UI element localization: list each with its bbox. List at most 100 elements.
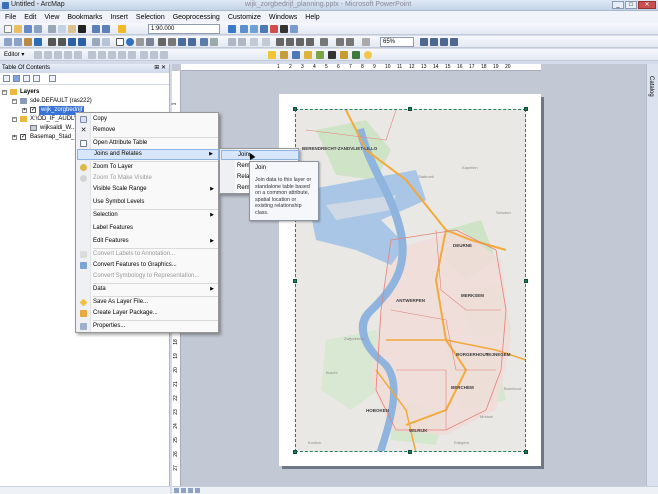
toggle-draft-mode-icon[interactable] [320, 38, 328, 46]
time-slider-icon[interactable] [200, 38, 208, 46]
menu-view[interactable]: View [44, 14, 59, 21]
menu-item-edit-features[interactable]: Edit Features ▶ [77, 236, 219, 247]
edit-vertices-icon[interactable] [88, 51, 96, 59]
fixed-zoom-in-icon[interactable] [48, 38, 56, 46]
menu-geoprocessing[interactable]: Geoprocessing [173, 14, 220, 21]
expand-icon[interactable]: + [22, 108, 27, 113]
add-data-icon[interactable] [118, 25, 126, 33]
editor-toolbar-icon[interactable] [228, 25, 236, 33]
close-button[interactable]: ✕ [638, 1, 656, 9]
create-features-icon[interactable] [160, 51, 168, 59]
menu-item-joins-and-relates[interactable]: Joins and Relates ▶ [77, 149, 219, 160]
draw-text-icon[interactable] [304, 51, 312, 59]
menu-windows[interactable]: Windows [269, 14, 297, 21]
edit-tool-icon[interactable] [34, 51, 42, 59]
catalog-window-icon[interactable] [250, 25, 258, 33]
layout-fixed-zoom-in-icon[interactable] [276, 38, 284, 46]
collapse-icon[interactable]: − [12, 99, 17, 104]
straight-segment-icon[interactable] [54, 51, 62, 59]
toc-options-icon[interactable] [49, 75, 56, 82]
point-icon[interactable] [74, 51, 82, 59]
list-by-selection-icon[interactable] [33, 75, 40, 82]
catalog-side-tab[interactable]: Catalog [646, 64, 658, 486]
model-builder-icon[interactable] [290, 25, 298, 33]
submenu-item-join[interactable]: Join... [221, 150, 299, 160]
paste-icon[interactable] [68, 25, 76, 33]
find-route-icon[interactable] [168, 38, 176, 46]
html-popup-icon[interactable] [146, 38, 154, 46]
edit-annotation-icon[interactable] [44, 51, 52, 59]
list-by-drawing-order-icon[interactable] [3, 75, 10, 82]
menu-item-open-attribute-table[interactable]: Open Attribute Table [77, 138, 219, 149]
resize-handle[interactable] [524, 107, 528, 111]
menu-item-zoom-to-make-visible[interactable]: Zoom To Make Visible [77, 173, 219, 184]
editor-menu-button[interactable]: Editor ▾ [4, 51, 24, 58]
resize-handle[interactable] [524, 450, 528, 454]
rotate-icon[interactable] [128, 51, 136, 59]
layout-view-icon[interactable] [181, 488, 186, 493]
marker-icon[interactable] [352, 51, 360, 59]
menu-item-save-as-layer-file[interactable]: Save As Layer File... [77, 297, 219, 308]
go-to-xy-icon[interactable] [178, 38, 186, 46]
menu-item-data[interactable]: Data ▶ [77, 284, 219, 295]
zoom-whole-page-icon[interactable] [262, 38, 270, 46]
split-icon[interactable] [118, 51, 126, 59]
menu-item-zoom-to-layer[interactable]: Zoom To Layer [77, 162, 219, 173]
undo-icon[interactable] [92, 25, 100, 33]
data-driven-pages-icon[interactable] [362, 38, 370, 46]
layout-zoom-input[interactable]: 65% [380, 37, 414, 47]
list-by-visibility-icon[interactable] [23, 75, 30, 82]
refresh-icon[interactable] [188, 488, 193, 493]
resize-handle[interactable] [408, 450, 412, 454]
resize-handle[interactable] [524, 279, 528, 283]
trace-icon[interactable] [64, 51, 72, 59]
select-features-icon[interactable] [92, 38, 100, 46]
reshape-icon[interactable] [98, 51, 106, 59]
resize-handle[interactable] [293, 279, 297, 283]
resize-handle[interactable] [408, 107, 412, 111]
change-layout-icon[interactable] [346, 38, 354, 46]
maximize-button[interactable]: □ [625, 1, 637, 9]
toc-pin-close[interactable]: ⊞ ✕ [154, 64, 166, 73]
next-extent-icon[interactable] [78, 38, 86, 46]
minimize-button[interactable]: _ [612, 1, 624, 9]
fixed-zoom-out-icon[interactable] [58, 38, 66, 46]
clear-selection-icon[interactable] [102, 38, 110, 46]
page-setup-icon[interactable] [440, 38, 448, 46]
layer-visibility-checkbox[interactable]: ✓ [20, 134, 26, 140]
draw-pointer-icon[interactable] [268, 51, 276, 59]
delete-icon[interactable] [78, 25, 86, 33]
hyperlink-icon[interactable] [136, 38, 144, 46]
font-color-icon[interactable] [340, 51, 348, 59]
identify-icon[interactable] [126, 38, 134, 46]
fill-color-icon[interactable] [316, 51, 324, 59]
map-scale-input[interactable]: 1:90.000 [148, 24, 220, 34]
menu-bookmarks[interactable]: Bookmarks [67, 14, 102, 21]
list-by-source-icon[interactable] [13, 75, 20, 82]
line-color-icon[interactable] [328, 51, 336, 59]
toc-horizontal-scrollbar[interactable] [0, 486, 170, 494]
find-icon[interactable] [158, 38, 166, 46]
select-elements-icon[interactable] [116, 38, 124, 46]
layout-zoom-in-icon[interactable] [228, 38, 236, 46]
menu-item-convert-symbology[interactable]: Convert Symbology to Representation... [77, 271, 219, 282]
print-preview-icon[interactable] [430, 38, 438, 46]
draw-rotate-icon[interactable] [280, 51, 288, 59]
previous-extent-icon[interactable] [68, 38, 76, 46]
focus-data-frame-icon[interactable] [336, 38, 344, 46]
data-view-icon[interactable] [174, 488, 179, 493]
create-viewer-icon[interactable] [210, 38, 218, 46]
layout-pan-icon[interactable] [250, 38, 258, 46]
layout-fixed-zoom-out-icon[interactable] [286, 38, 294, 46]
arctoolbox-icon[interactable] [270, 25, 278, 33]
attributes-icon[interactable] [140, 51, 148, 59]
menu-item-visible-scale-range[interactable]: Visible Scale Range ▶ [77, 184, 219, 195]
menu-item-properties[interactable]: Properties... [77, 321, 219, 332]
zoom-in-icon[interactable] [4, 38, 12, 46]
draw-rectangle-icon[interactable] [292, 51, 300, 59]
menu-item-convert-labels[interactable]: Convert Labels to Annotation... [77, 249, 219, 260]
resize-handle[interactable] [293, 107, 297, 111]
collapse-icon[interactable]: − [2, 90, 7, 95]
map-data-frame[interactable]: BERENDRECHT-ZANDVLIET-LILLO Kapellen Sta… [295, 109, 526, 452]
menu-file[interactable]: File [5, 14, 16, 21]
